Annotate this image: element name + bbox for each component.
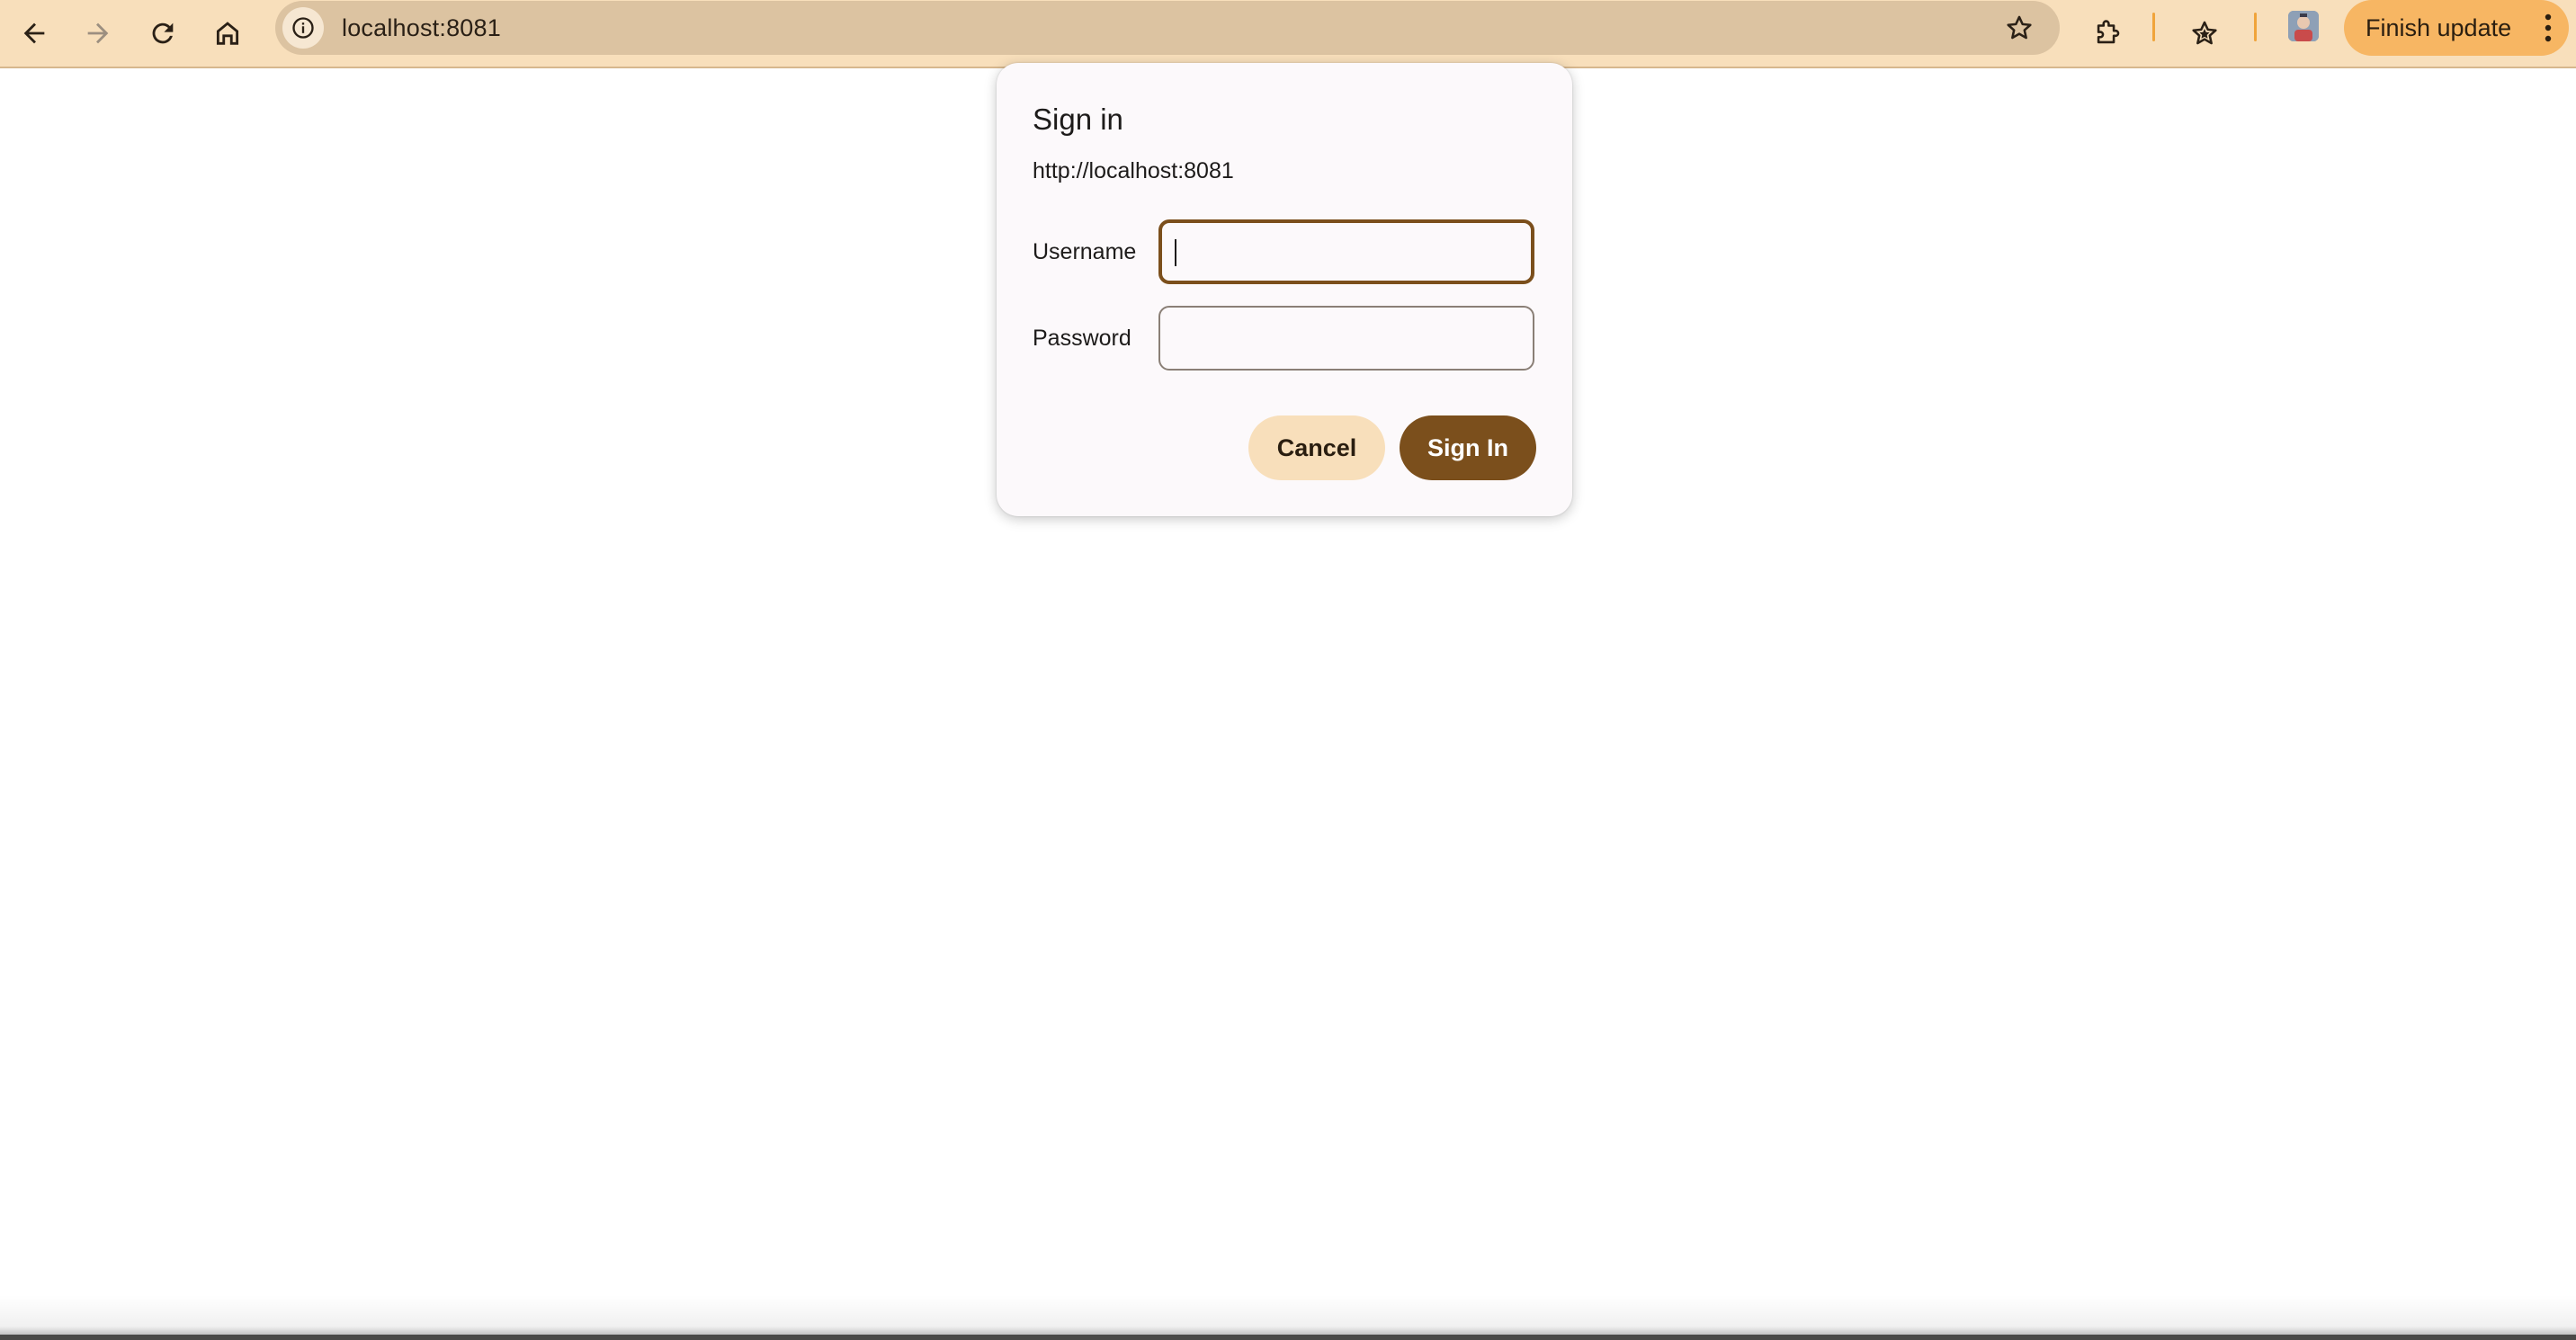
username-label: Username (1033, 239, 1137, 264)
username-field[interactable] (1158, 219, 1534, 284)
bookmarks-button[interactable] (2178, 7, 2231, 59)
reload-icon (152, 22, 174, 44)
arrow-left-icon (23, 22, 45, 44)
window-bottom-shadow (0, 1295, 2576, 1340)
profile-avatar[interactable] (2288, 11, 2319, 41)
reload-button[interactable] (137, 7, 189, 59)
back-button[interactable] (8, 7, 60, 59)
puzzle-piece-icon (2097, 20, 2120, 44)
forward-button[interactable] (72, 7, 124, 59)
home-button[interactable] (201, 7, 254, 59)
extensions-button[interactable] (2081, 7, 2133, 59)
finish-update-label: Finish update (2366, 14, 2512, 41)
home-icon (216, 22, 239, 45)
star-list-icon (2192, 21, 2217, 45)
kebab-menu-icon (2545, 13, 2552, 42)
url-text[interactable]: localhost:8081 (342, 1, 501, 55)
sign-in-dialog: Sign in http://localhost:8081 Username P… (997, 63, 1572, 516)
toolbar-separator (2254, 13, 2257, 41)
dialog-title: Sign in (1033, 103, 1123, 136)
sign-in-button[interactable]: Sign In (1400, 415, 1536, 480)
browser-toolbar: localhost:8081 Finish update (0, 0, 2576, 68)
profile-picture-icon (2288, 11, 2319, 41)
cancel-button[interactable]: Cancel (1248, 415, 1385, 480)
address-bar[interactable]: localhost:8081 (275, 1, 2060, 55)
password-label: Password (1033, 326, 1131, 351)
dialog-origin: http://localhost:8081 (1033, 158, 1234, 183)
finish-update-button[interactable]: Finish update (2344, 0, 2569, 56)
text-caret (1175, 239, 1176, 266)
arrow-right-icon (87, 22, 109, 44)
info-icon (292, 17, 314, 39)
password-field[interactable] (1158, 306, 1534, 371)
site-info-button[interactable] (282, 7, 324, 49)
desktop-edge (0, 1335, 2576, 1340)
toolbar-separator (2152, 13, 2155, 41)
bookmark-star-icon[interactable] (2004, 13, 2035, 43)
